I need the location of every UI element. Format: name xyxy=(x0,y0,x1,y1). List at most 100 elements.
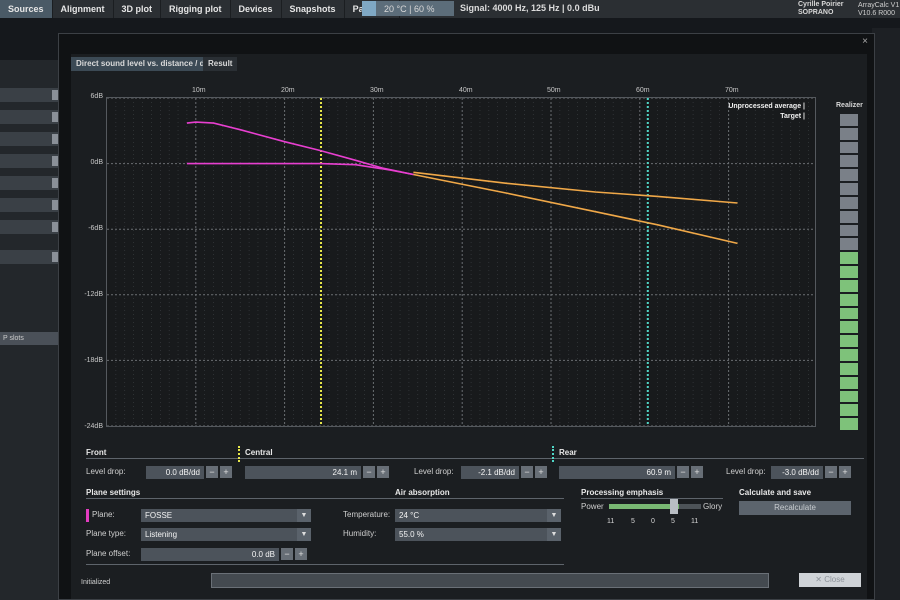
rear-title: Rear xyxy=(559,448,577,457)
plane-offset-field[interactable]: 0.0 dB xyxy=(141,548,279,561)
divider xyxy=(581,498,723,499)
recalculate-button[interactable]: Recalculate xyxy=(739,501,851,515)
meter-segment xyxy=(840,376,858,389)
dialog-content: Direct sound level vs. distance / dB Res… xyxy=(71,54,867,599)
meter-segment xyxy=(840,127,858,140)
temperature-icon xyxy=(362,1,376,16)
humidity-label: Humidity: xyxy=(343,529,377,538)
central-distance-minus-button[interactable]: − xyxy=(363,466,375,478)
emphasis-slider-thumb[interactable] xyxy=(670,499,678,514)
source-row[interactable] xyxy=(0,132,64,146)
rear-distance-field[interactable]: 60.9 m xyxy=(559,466,675,479)
tab-direct-sound-level[interactable]: Direct sound level vs. distance / dB xyxy=(71,57,216,71)
tab-3d-plot[interactable]: 3D plot xyxy=(114,0,162,18)
y-tick-label: -12dB xyxy=(84,291,103,298)
glory-label: Glory xyxy=(703,502,723,511)
series-line xyxy=(413,173,738,245)
meter-segment xyxy=(840,418,858,431)
front-level-field[interactable]: 0.0 dB/dd xyxy=(146,466,204,479)
tab-result[interactable]: Result xyxy=(203,57,238,71)
central-distance-plus-button[interactable]: + xyxy=(377,466,389,478)
meter-segment xyxy=(840,390,858,403)
tab-rigging-plot[interactable]: Rigging plot xyxy=(161,0,231,18)
plane-type-select[interactable]: Listening xyxy=(141,528,297,541)
central-level-field[interactable]: -2.1 dB/dd xyxy=(461,466,519,479)
rear-level-minus-button[interactable]: − xyxy=(825,466,837,478)
meter-segment xyxy=(840,321,858,334)
tab-devices[interactable]: Devices xyxy=(231,0,282,18)
series-line xyxy=(186,162,414,176)
app-version-number: V10.6 R000 xyxy=(858,10,895,17)
signal-readout: Signal: 4000 Hz, 125 Hz | 0.0 dBu xyxy=(460,3,600,13)
close-button[interactable]: ✕ Close xyxy=(799,573,861,587)
rear-distance-plus-button[interactable]: + xyxy=(691,466,703,478)
meter-segment xyxy=(840,362,858,375)
tab-snapshots[interactable]: Snapshots xyxy=(282,0,345,18)
temperature-select[interactable]: 24 °C xyxy=(395,509,547,522)
meter-segment xyxy=(840,279,858,292)
chevron-down-icon[interactable]: ▼ xyxy=(297,528,311,541)
meter-segment xyxy=(840,224,858,237)
app-name: ArrayCalc V1 xyxy=(858,2,900,9)
plane-offset-plus-button[interactable]: + xyxy=(295,548,307,560)
meter-segment xyxy=(840,252,858,265)
y-tick-label: 6dB xyxy=(90,93,103,100)
meter-segment xyxy=(840,335,858,348)
emphasis-tick: 5 xyxy=(671,518,675,525)
x-tick-label: 60m xyxy=(636,87,650,94)
rear-level-field[interactable]: -3.0 dB/dd xyxy=(771,466,823,479)
rear-distance-minus-button[interactable]: − xyxy=(677,466,689,478)
plane-label: Plane: xyxy=(92,510,115,519)
front-level-minus-button[interactable]: − xyxy=(206,466,218,478)
plane-offset-minus-button[interactable]: − xyxy=(281,548,293,560)
x-tick-label: 50m xyxy=(547,87,561,94)
realizer-label: Realizer xyxy=(836,102,863,109)
central-distance-field[interactable]: 24.1 m xyxy=(245,466,361,479)
front-level-plus-button[interactable]: + xyxy=(220,466,232,478)
temperature-button[interactable]: 20 °C | 60 % xyxy=(362,1,454,16)
humidity-select[interactable]: 55.0 % xyxy=(395,528,547,541)
plane-type-label: Plane type: xyxy=(86,529,127,538)
sound-level-plot[interactable] xyxy=(106,97,816,427)
meter-segment xyxy=(840,266,858,278)
slots-button[interactable]: P slots xyxy=(0,332,62,345)
source-row[interactable] xyxy=(0,198,64,212)
source-row[interactable] xyxy=(0,110,64,124)
user-info: Cyrille Poirier SOPRANO xyxy=(798,1,844,17)
y-tick-label: 0dB xyxy=(90,159,103,166)
source-row[interactable] xyxy=(0,220,64,234)
meter-segment xyxy=(840,404,858,417)
tab-sources[interactable]: Sources xyxy=(0,0,53,18)
chevron-down-icon[interactable]: ▼ xyxy=(547,509,561,522)
source-row[interactable] xyxy=(0,88,64,102)
right-background-panel xyxy=(872,28,900,600)
chevron-down-icon[interactable]: ▼ xyxy=(297,509,311,522)
meter-segment xyxy=(840,169,858,182)
tab-alignment[interactable]: Alignment xyxy=(53,0,114,18)
user-name: Cyrille Poirier xyxy=(798,1,844,8)
meter-segment xyxy=(840,196,858,209)
temperature-label: Temperature: xyxy=(343,510,391,519)
plane-select[interactable]: FOSSE xyxy=(141,509,297,522)
rear-level-plus-button[interactable]: + xyxy=(839,466,851,478)
emphasis-tick: 11 xyxy=(607,518,615,525)
source-row[interactable] xyxy=(0,154,64,168)
chevron-down-icon[interactable]: ▼ xyxy=(547,528,561,541)
close-icon[interactable]: × xyxy=(862,36,868,47)
processing-emphasis-title: Processing emphasis xyxy=(581,488,664,497)
divider xyxy=(86,564,564,565)
front-level-label: Level drop: xyxy=(86,467,126,476)
app-version: ArrayCalc V1 V10.6 R000 xyxy=(858,2,899,18)
rear-level-label: Level drop: xyxy=(726,467,766,476)
meter-segment xyxy=(840,141,858,154)
emphasis-tick: 0 xyxy=(651,518,655,525)
realizer-meter xyxy=(840,114,858,431)
air-absorption-title: Air absorption xyxy=(395,488,450,497)
central-level-plus-button[interactable]: + xyxy=(535,466,547,478)
plot-canvas xyxy=(107,98,815,426)
source-row[interactable] xyxy=(0,176,64,190)
source-row[interactable] xyxy=(0,250,64,264)
plane-offset-label: Plane offset: xyxy=(86,549,131,558)
central-level-minus-button[interactable]: − xyxy=(521,466,533,478)
emphasis-tick: 5 xyxy=(631,518,635,525)
